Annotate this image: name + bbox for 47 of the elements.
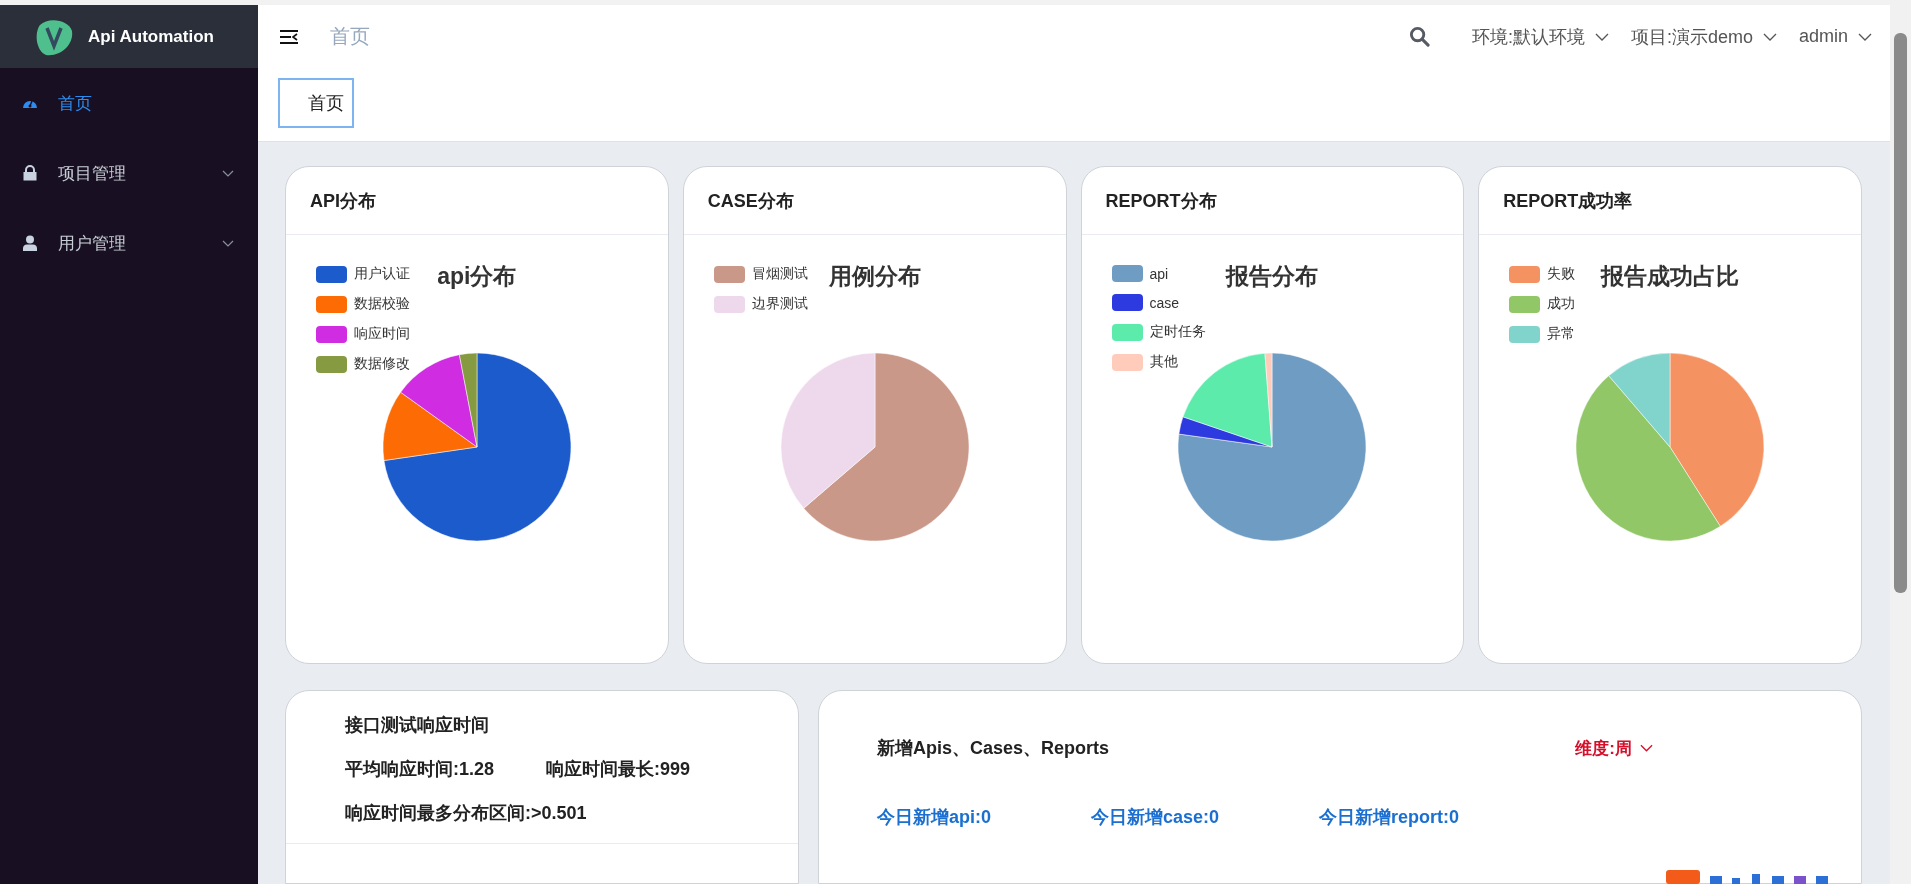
legend-label: 数据校验 bbox=[354, 295, 410, 313]
sidebar-item[interactable]: 项目管理 bbox=[0, 138, 258, 208]
search-icon[interactable] bbox=[1408, 26, 1430, 47]
chart-title: api分布 bbox=[437, 262, 517, 291]
menu-icon[interactable] bbox=[280, 29, 298, 44]
average-time-text: 平均响应时间:1.28 bbox=[345, 758, 495, 781]
chevron-down-icon bbox=[1594, 32, 1609, 41]
new-count-text: 今日新增report:0 bbox=[1319, 806, 1460, 829]
legend-label: 成功 bbox=[1547, 295, 1576, 313]
user-icon bbox=[22, 235, 38, 251]
longest-time-text: 响应时间最长:999 bbox=[546, 758, 691, 781]
legend-label: 边界测试 bbox=[751, 295, 808, 313]
dropdown-button[interactable]: admin bbox=[1798, 26, 1872, 47]
card-title: 接口测试响应时间 bbox=[345, 714, 490, 737]
distribution-range-text: 响应时间最多分布区间:>0.501 bbox=[345, 802, 588, 825]
legend-label: case bbox=[1149, 294, 1180, 311]
breadcrumb: 首页 bbox=[330, 24, 370, 49]
sidebar-item[interactable]: 首页 bbox=[0, 68, 258, 138]
card-title: CASE分布 bbox=[707, 189, 794, 213]
dimension-dropdown[interactable]: 维度:周 bbox=[1575, 736, 1653, 760]
chevron-down-icon bbox=[1640, 744, 1653, 752]
card-title: 新增Apis、Cases、Reports bbox=[877, 737, 1110, 760]
card-title: REPORT分布 bbox=[1105, 189, 1217, 213]
legend-label: api bbox=[1149, 265, 1169, 282]
card-title: REPORT成功率 bbox=[1503, 189, 1633, 213]
dropdown-button[interactable]: 环境:默认环境 bbox=[1471, 24, 1609, 49]
chart-title: 用例分布 bbox=[828, 262, 921, 291]
chevron-down-icon bbox=[1858, 32, 1872, 41]
legend-label: 失败 bbox=[1547, 265, 1576, 283]
legend-label: 冒烟测试 bbox=[751, 265, 808, 283]
lock-icon bbox=[22, 165, 38, 181]
new-count-text: 今日新增api:0 bbox=[877, 806, 991, 829]
app-name: Api Automation bbox=[88, 26, 214, 47]
legend-label: 数据修改 bbox=[354, 355, 410, 373]
chart-title: 报告分布 bbox=[1226, 262, 1319, 291]
chart-title: 报告成功占比 bbox=[1601, 262, 1740, 291]
sidebar-item[interactable]: 用户管理 bbox=[0, 208, 258, 278]
legend-label: 响应时间 bbox=[354, 325, 410, 343]
chevron-down-icon bbox=[1762, 32, 1777, 41]
legend-label: 用户认证 bbox=[354, 265, 410, 283]
page-tab[interactable]: 首页 bbox=[278, 78, 354, 128]
new-count-text: 今日新增case:0 bbox=[1091, 806, 1220, 829]
legend-label: 定时任务 bbox=[1149, 323, 1206, 341]
card-title: API分布 bbox=[310, 189, 376, 213]
legend-label: 其他 bbox=[1149, 353, 1178, 371]
legend-label: 异常 bbox=[1547, 325, 1576, 343]
dropdown-button[interactable]: 项目:演示demo bbox=[1630, 24, 1777, 49]
